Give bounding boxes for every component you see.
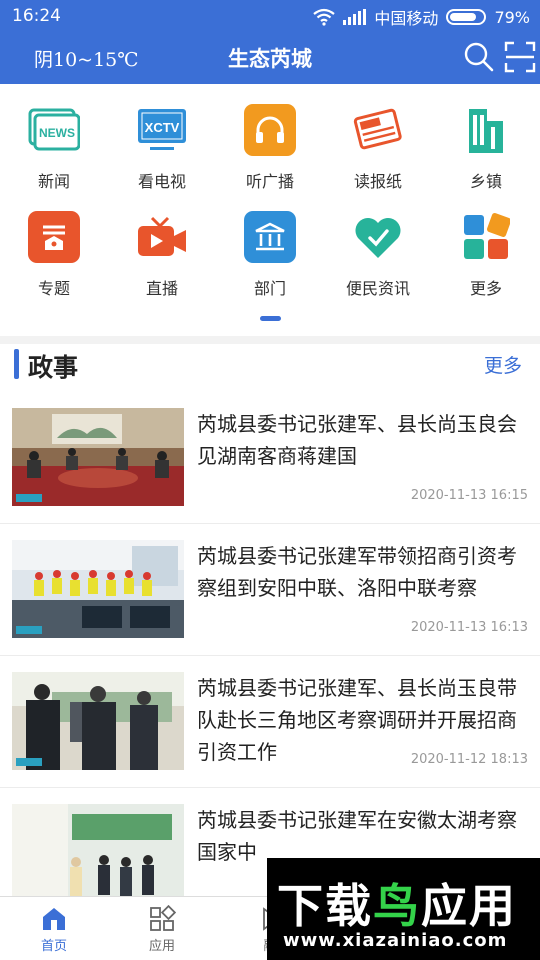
headphones-icon (244, 104, 296, 156)
news-title: 芮城县委书记张建军、县长尚玉良会见湖南客商蒋建国 (197, 412, 517, 468)
status-time: 16:24 (12, 6, 61, 26)
tile-label: 更多 (469, 279, 502, 298)
tile-services[interactable]: 便民资讯 (324, 203, 432, 310)
tile-town[interactable]: 乡镇 (432, 96, 540, 203)
wifi-icon (313, 8, 336, 26)
tile-label: 读报纸 (353, 172, 402, 191)
tile-label: 部门 (253, 279, 286, 298)
heart-check-icon (352, 211, 404, 263)
tile-label: 新闻 (37, 172, 70, 191)
topic-icon (28, 211, 80, 263)
news-item[interactable]: 芮城县委书记张建军带领招商引资考察组到安阳中联、洛阳中联考察 2020-11-1… (0, 524, 540, 656)
watermark-url: www.xiazainiao.com (283, 930, 508, 951)
carrier-label: 中国移动 (374, 9, 439, 28)
page-indicator (260, 316, 281, 321)
status-bar: 16:24 中国移动 79% (0, 0, 540, 32)
apps-icon (150, 905, 176, 931)
news-thumbnail (12, 408, 184, 506)
feature-grid: NEWS 新闻 XCTV 看电视 听广播 读报纸 乡镇 专题 直播 部门 便民资… (0, 96, 540, 310)
nav-apps[interactable]: 应用 (108, 897, 216, 960)
grid-row-1: NEWS 新闻 XCTV 看电视 听广播 读报纸 乡镇 (0, 96, 540, 203)
weather-text[interactable]: 阴10~15℃ (34, 45, 139, 72)
live-camera-icon (136, 211, 188, 263)
section-accent-bar (14, 349, 19, 379)
tile-label: 便民资讯 (345, 279, 410, 298)
tile-label: 直播 (145, 279, 178, 298)
more-link[interactable]: 更多 (484, 351, 522, 378)
newspaper-icon (352, 104, 404, 156)
tile-label: 乡镇 (469, 172, 502, 191)
tile-more[interactable]: 更多 (432, 203, 540, 310)
scan-icon[interactable] (503, 40, 537, 74)
tv-icon: XCTV (136, 104, 188, 156)
tv-icon-text: XCTV (145, 120, 180, 135)
battery-percent: 79% (494, 7, 530, 27)
nav-home[interactable]: 首页 (0, 897, 108, 960)
tile-newspaper[interactable]: 读报纸 (324, 96, 432, 203)
page-title: 生态芮城 (228, 47, 312, 71)
nav-label: 应用 (148, 939, 175, 954)
watermark-logo: 下载鸟应用 www.xiazainiao.com (267, 858, 540, 960)
tile-radio[interactable]: 听广播 (216, 96, 324, 203)
building-icon (460, 104, 512, 156)
status-right: 中国移动 79% (313, 5, 530, 29)
tile-topic[interactable]: 专题 (0, 203, 108, 310)
tile-news[interactable]: NEWS 新闻 (0, 96, 108, 203)
nav-label: 首页 (40, 939, 67, 954)
tile-label: 专题 (37, 279, 70, 298)
news-thumbnail (12, 540, 184, 638)
battery-icon (446, 9, 487, 25)
tile-tv[interactable]: XCTV 看电视 (108, 96, 216, 203)
news-item[interactable]: 芮城县委书记张建军、县长尚玉良带队赴长三角地区考察调研并开展招商引资工作 202… (0, 656, 540, 788)
tile-label: 看电视 (137, 172, 186, 191)
tile-live[interactable]: 直播 (108, 203, 216, 310)
section-divider (0, 336, 540, 344)
signal-icon (343, 9, 367, 25)
search-icon[interactable] (462, 40, 496, 74)
news-date: 2020-11-13 16:15 (410, 488, 528, 503)
news-title: 芮城县委书记张建军带领招商引资考察组到安阳中联、洛阳中联考察 (197, 544, 517, 600)
section-title: 政事 (28, 353, 79, 382)
grid-row-2: 专题 直播 部门 便民资讯 更多 (0, 203, 540, 310)
news-thumbnail (12, 804, 184, 902)
news-icon: NEWS (28, 104, 80, 156)
tile-label: 听广播 (245, 172, 294, 191)
app-screen: 16:24 中国移动 79% 阴10~15℃ 生态芮城 NEWS 新闻 XCTV… (0, 0, 540, 960)
news-thumbnail (12, 672, 184, 770)
tile-department[interactable]: 部门 (216, 203, 324, 310)
department-icon (244, 211, 296, 263)
news-item[interactable]: 芮城县委书记张建军、县长尚玉良会见湖南客商蒋建国 2020-11-13 16:1… (0, 392, 540, 524)
news-badge-text: NEWS (39, 126, 75, 140)
news-date: 2020-11-12 18:13 (410, 752, 528, 767)
news-date: 2020-11-13 16:13 (410, 620, 528, 635)
watermark-brand: 下载鸟应用 (277, 879, 517, 933)
app-header: 阴10~15℃ 生态芮城 (0, 32, 540, 84)
more-apps-icon (460, 211, 512, 263)
home-icon (43, 908, 65, 930)
